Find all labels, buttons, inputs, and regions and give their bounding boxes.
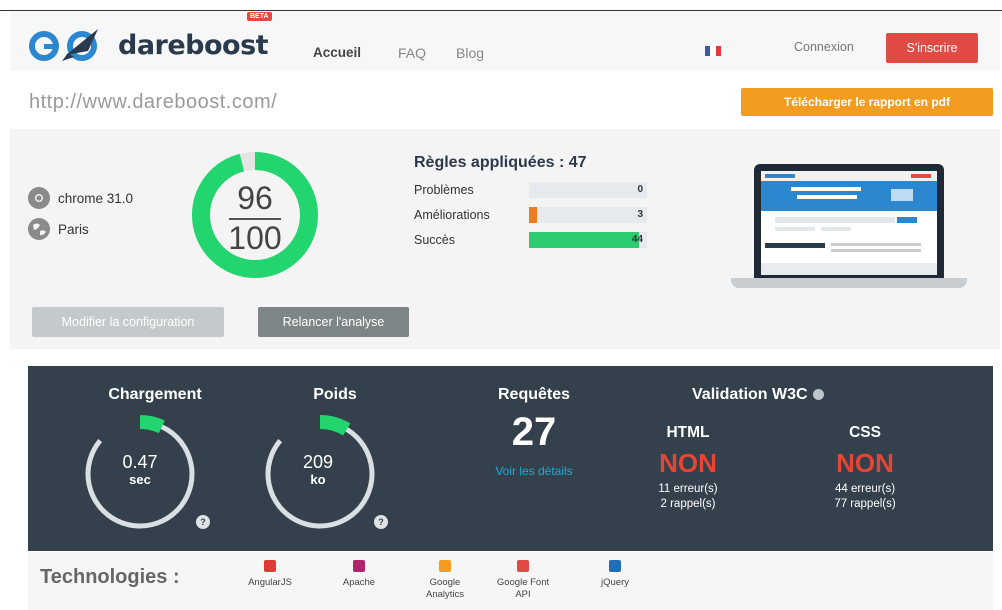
angularjs-icon (264, 560, 276, 572)
rocket-logo-icon (29, 29, 98, 61)
tech-item-jquery[interactable]: jQuery (580, 560, 650, 589)
css-validation-label: CSS (849, 424, 881, 441)
html-errors: 11 erreur(s) (658, 483, 718, 495)
apache-icon (353, 560, 365, 572)
rule-count-improvements: 3 (637, 209, 643, 220)
nav-blog[interactable]: Blog (456, 45, 484, 61)
relaunch-analysis-button[interactable]: Relancer l'analyse (258, 307, 409, 337)
tech-label: AngularJS (248, 577, 292, 588)
rule-fill-improvements (529, 207, 537, 223)
requests-count: 27 (511, 410, 557, 454)
jquery-icon (609, 560, 621, 572)
beta-badge: BETA (247, 12, 272, 21)
rule-label-success: Succès (414, 233, 455, 247)
html-reminders: 2 rappel(s) (660, 498, 716, 510)
location-label: Paris (58, 221, 89, 237)
w3c-title-text: Validation W3C (692, 386, 808, 403)
laptop-base (731, 278, 967, 288)
tech-label: Apache (342, 577, 376, 588)
rule-bar-improvements: 3 (529, 207, 647, 223)
rules-title: Règles appliquées : 47 (414, 154, 587, 171)
weight-help-icon[interactable]: ? (374, 515, 388, 529)
google-analytics-icon (439, 560, 451, 572)
requests-title: Requêtes (497, 386, 571, 403)
rule-label-problems: Problèmes (414, 183, 474, 197)
laptop-lid (754, 164, 944, 278)
w3c-info-icon[interactable] (812, 389, 824, 401)
nav-faq[interactable]: FAQ (398, 45, 426, 61)
rule-label-improvements: Améliorations (414, 208, 490, 222)
loading-help-icon[interactable]: ? (196, 515, 210, 529)
globe-icon (28, 218, 50, 240)
google-font-icon (517, 560, 529, 572)
score-gauge: 96 100 (181, 152, 329, 278)
tech-item-google-font-api[interactable]: Google Font API (488, 560, 558, 601)
analyzed-url-bar: http://www.dareboost.com/ Télécharger le… (10, 71, 1000, 129)
chrome-icon (28, 187, 50, 209)
download-pdf-button[interactable]: Télécharger le rapport en pdf (741, 88, 993, 116)
tech-item-google-analytics[interactable]: Google Analytics (410, 560, 480, 601)
loading-unit: sec (129, 472, 151, 487)
login-link[interactable]: Connexion (794, 40, 854, 54)
weight-unit: ko (310, 472, 326, 487)
analyzed-url: http://www.dareboost.com/ (29, 91, 278, 113)
score-max: 100 (228, 220, 282, 256)
css-validation-status: NON (836, 448, 894, 478)
rule-count-problems: 0 (637, 184, 643, 195)
rule-fill-success (529, 232, 640, 248)
score-value: 96 (237, 180, 273, 216)
html-validation-label: HTML (666, 424, 710, 441)
technologies-title: Technologies : (40, 566, 180, 588)
tech-item-angularjs[interactable]: AngularJS (235, 560, 305, 589)
site-header: dareboost BETA Accueil FAQ Blog Connexio… (10, 11, 1000, 71)
analysis-summary: chrome 31.0 Paris 96 100 Règles appliqué… (10, 129, 1000, 349)
w3c-validation-title: Validation W3C (692, 386, 824, 404)
rule-bar-success: 44 (529, 232, 647, 248)
modify-config-button[interactable]: Modifier la configuration (32, 307, 224, 337)
site-preview-laptop (731, 164, 967, 294)
tech-label: Google Analytics (425, 577, 464, 600)
tech-label: Google Font API (496, 577, 550, 600)
signup-button[interactable]: S'inscrire (886, 33, 978, 63)
browser-label: chrome 31.0 (58, 190, 134, 206)
rule-bar-problems: 0 (529, 182, 647, 198)
french-flag-icon[interactable] (705, 46, 721, 56)
brand-name: dareboost (118, 29, 269, 61)
css-errors: 44 erreur(s) (834, 483, 896, 495)
nav-accueil[interactable]: Accueil (313, 45, 361, 60)
css-reminders: 77 rappel(s) (834, 498, 896, 510)
location-info: Paris (28, 218, 89, 240)
dareboost-logo[interactable]: dareboost (28, 25, 269, 65)
tech-item-apache[interactable]: Apache (324, 560, 394, 589)
requests-details-link[interactable]: Voir les détails (459, 464, 609, 478)
rule-count-success: 44 (631, 234, 643, 245)
technologies-bar: Technologies : AngularJS Apache Google A… (28, 552, 993, 610)
site-screenshot-thumbnail (761, 171, 937, 275)
weight-value: 209 (302, 452, 334, 472)
html-validation-status: NON (659, 448, 717, 478)
browser-info: chrome 31.0 (28, 187, 133, 209)
metrics-panel: Chargement 0.47 sec ? Poids 209 ko ? Req… (28, 366, 993, 551)
loading-title: Chargement (108, 386, 202, 403)
tech-label: jQuery (601, 577, 629, 588)
loading-value: 0.47 (122, 452, 158, 472)
weight-title: Poids (313, 386, 357, 403)
